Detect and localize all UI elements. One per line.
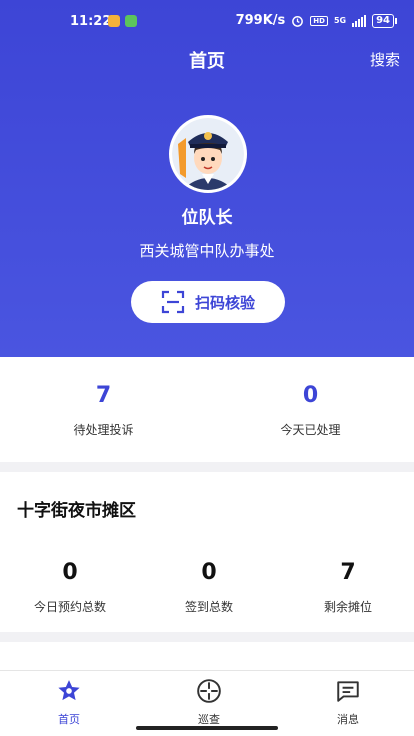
tab-label: 巡查 [198,713,220,726]
stat-value: 0 [201,560,217,585]
message-icon [337,681,359,702]
stat-value: 0 [62,560,78,585]
stat-label: 剩余摊位 [323,600,372,614]
tab-patrol[interactable]: 巡查 [140,677,278,727]
checkins-total-stat: 0 签到总数 [140,558,278,615]
officer-avatar-icon [172,118,244,190]
status-bar: 11:22 799K/s HD 5G 94 [0,10,414,34]
handled-today-stat[interactable]: 0 今天已处理 [207,381,414,438]
stat-label: 签到总数 [184,600,233,614]
bottom-tab-bar: 首页 巡查 消息 [0,670,414,736]
nav-bar: 首页 搜索 [0,42,414,74]
reservations-today-stat: 0 今日预约总数 [1,558,139,615]
alarm-icon [292,16,304,27]
pending-complaints-stat[interactable]: 7 待处理投诉 [0,381,207,438]
more-content-card [0,642,414,672]
page-title: 首页 [189,51,225,72]
complaint-summary-card: 7 待处理投诉 0 今天已处理 [0,357,414,462]
network-speed: 799K/s [235,13,286,28]
download-icon [125,15,137,27]
tab-label: 首页 [58,713,80,726]
scan-icon [161,290,185,314]
search-button[interactable]: 搜索 [370,49,400,70]
home-indicator [136,726,278,730]
market-card: 十字街夜市摊区 0 今日预约总数 0 签到总数 7 剩余摊位 [0,472,414,632]
scan-verify-label: 扫码核验 [194,293,255,312]
hd-badge: HD [310,15,328,26]
battery-indicator: 94 [372,13,397,28]
stat-value: 7 [340,560,356,585]
header-banner: 11:22 799K/s HD 5G 94 首页 搜索 位队长 西关城管中队办事… [0,0,414,357]
notification-app-icon [108,15,120,27]
user-name: 位队长 [181,208,233,228]
patrol-icon [197,679,221,703]
tab-label: 消息 [337,713,359,726]
signal-icon [352,14,367,27]
stat-value: 7 [95,383,112,408]
status-time: 11:22 [70,14,112,29]
stat-label: 待处理投诉 [73,423,134,437]
remaining-stalls-stat: 7 剩余摊位 [279,558,414,615]
scan-verify-button[interactable]: 扫码核验 [131,281,285,323]
stat-label: 今日预约总数 [33,600,106,614]
tab-home[interactable]: 首页 [0,677,138,727]
stat-label: 今天已处理 [280,423,341,437]
status-right: 799K/s HD 5G 94 [235,13,397,28]
star-icon [58,680,80,701]
user-organization: 西关城管中队办事处 [139,242,275,260]
avatar [169,115,247,193]
market-title: 十字街夜市摊区 [17,501,136,521]
network-type: 5G [333,16,347,25]
tab-messages[interactable]: 消息 [279,677,414,727]
stat-value: 0 [302,383,319,408]
